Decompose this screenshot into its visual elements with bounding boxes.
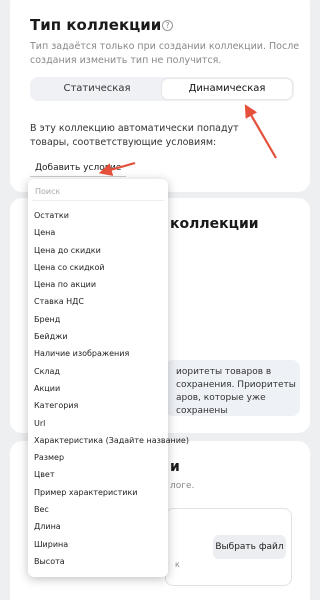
tab-dynamic[interactable]: Динамическая — [162, 79, 292, 99]
dropdown-option[interactable]: Url — [28, 415, 168, 432]
dropdown-option[interactable]: Склад — [28, 363, 168, 380]
dropdown-option[interactable]: Акции — [28, 380, 168, 397]
dropdown-option[interactable]: Бейджи — [28, 328, 168, 345]
collection-type-toggle: Статическая Динамическая — [30, 77, 294, 101]
dropdown-option[interactable]: Цена — [28, 224, 168, 241]
dropdown-option[interactable]: Характеристика (Задайте название) — [28, 432, 189, 449]
dropdown-option[interactable]: Цена до скидки — [28, 242, 168, 259]
add-condition-button[interactable]: Добавить условие — [30, 160, 127, 177]
dropdown-option[interactable]: Вес — [28, 501, 168, 518]
dropdown-option[interactable]: Бренд — [28, 311, 168, 328]
collection-type-hint: Тип задаётся только при создании коллекц… — [30, 41, 300, 66]
dropdown-option[interactable]: Цена по акции — [28, 276, 168, 293]
dropdown-option[interactable]: Пример характеристики — [28, 484, 168, 501]
dropdown-option[interactable]: Наличие изображения — [28, 345, 168, 362]
priority-card-title: коллекции — [170, 216, 259, 232]
choose-file-button[interactable]: Выбрать файл — [213, 535, 286, 559]
dropdown-option[interactable]: Остатки — [28, 207, 168, 224]
condition-dropdown: Поиск Остатки Цена Цена до скидки Цена с… — [28, 179, 189, 577]
tab-static[interactable]: Статическая — [32, 79, 162, 99]
dropdown-options: Остатки Цена Цена до скидки Цена со скид… — [28, 207, 189, 570]
dropdown-search-input[interactable]: Поиск — [32, 183, 164, 201]
question-circle-icon[interactable]: ? — [162, 20, 173, 31]
collection-type-title: Тип коллекции — [30, 16, 162, 34]
info-banner-text: иоритеты товаров в сохранения. Приоритет… — [176, 367, 296, 416]
dropdown-option[interactable]: Цена со скидкой — [28, 259, 168, 276]
import-card-subtitle: логе. — [170, 481, 195, 491]
collection-type-card: Тип коллекции ? Тип задаётся только при … — [10, 0, 310, 192]
dropdown-option[interactable]: Размер — [28, 449, 168, 466]
dropdown-option[interactable]: Цвет — [28, 466, 168, 483]
dropdown-option[interactable]: Категория — [28, 397, 168, 414]
import-card-title: и — [170, 459, 180, 475]
upload-hint: к — [175, 560, 180, 569]
dropdown-option[interactable]: Ставка НДС — [28, 293, 168, 310]
dropdown-option[interactable]: Длина — [28, 518, 168, 535]
dropdown-option[interactable]: Высота — [28, 553, 168, 570]
dropdown-option[interactable]: Ширина — [28, 536, 168, 553]
conditions-description: В эту коллекцию автоматически попадут то… — [30, 123, 239, 148]
